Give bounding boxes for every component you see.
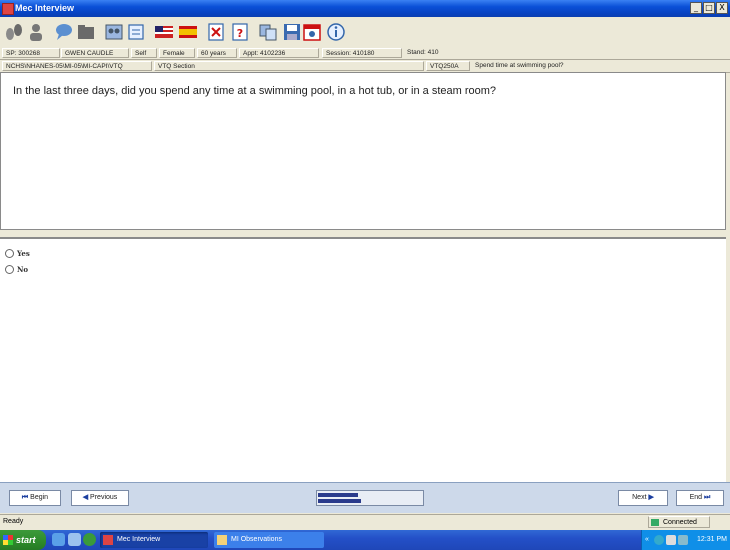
previous-button[interactable]: ◀ Previous bbox=[71, 490, 129, 506]
begin-icon: ⏮ bbox=[21, 494, 29, 501]
volume-icon[interactable] bbox=[666, 535, 676, 545]
us-flag-icon[interactable] bbox=[154, 22, 174, 42]
radio-no[interactable] bbox=[5, 265, 14, 274]
help-book-icon[interactable]: ? bbox=[230, 22, 250, 42]
tray-app-icon[interactable] bbox=[654, 535, 664, 545]
start-label: start bbox=[16, 535, 36, 545]
respondent-role: Self bbox=[131, 48, 157, 58]
answer-panel: Yes No bbox=[0, 237, 726, 482]
begin-label: Begin bbox=[30, 494, 49, 501]
status-bar: Ready Connected bbox=[0, 514, 730, 530]
svg-text:?: ? bbox=[237, 27, 243, 40]
save-icon[interactable] bbox=[282, 22, 302, 42]
show-hidden-icons-chevron[interactable]: « bbox=[645, 530, 649, 550]
people-icon[interactable] bbox=[104, 22, 124, 42]
radio-yes[interactable] bbox=[5, 249, 14, 258]
answer-option-yes[interactable]: Yes bbox=[5, 249, 30, 258]
windows-logo-icon bbox=[3, 535, 13, 545]
navigation-bar: ⏮ Begin ◀ Previous Next ▶ End ⏭ bbox=[0, 482, 730, 513]
checklist-x-icon[interactable] bbox=[206, 22, 226, 42]
info-icon[interactable] bbox=[326, 22, 346, 42]
appointment-id: Appt: 4102236 bbox=[239, 48, 319, 58]
speech-bubble-icon[interactable] bbox=[54, 22, 74, 42]
progress-bar-2 bbox=[318, 499, 361, 503]
stand-id: Stand: 410 bbox=[407, 49, 439, 56]
connected-label: Connected bbox=[663, 519, 697, 526]
previous-label: Previous bbox=[90, 494, 118, 501]
question-code: VTQ250A bbox=[426, 61, 470, 71]
answer-label: Yes bbox=[17, 249, 30, 258]
notepad-icon[interactable] bbox=[126, 22, 146, 42]
system-tray: « 12:31 PM bbox=[641, 530, 730, 550]
progress-indicator bbox=[316, 490, 424, 506]
folder-icon bbox=[217, 535, 227, 545]
question-text: In the last three days, did you spend an… bbox=[13, 85, 497, 97]
respondent-age: 60 years bbox=[197, 48, 237, 58]
session-id: Session: 410180 bbox=[322, 48, 402, 58]
connection-status: Connected bbox=[648, 516, 710, 528]
previous-icon: ◀ bbox=[82, 494, 89, 501]
copy-icon[interactable] bbox=[258, 22, 278, 42]
calendar-icon[interactable] bbox=[302, 22, 322, 42]
progress-bar-1 bbox=[318, 493, 358, 497]
title-bar: Mec Interview _ □ X bbox=[0, 0, 730, 17]
language-icon[interactable] bbox=[678, 535, 688, 545]
end-label: End bbox=[689, 494, 703, 501]
close-button[interactable]: X bbox=[716, 2, 728, 14]
task-label: MI Observations bbox=[231, 536, 282, 543]
sp-id: SP: 300268 bbox=[2, 48, 60, 58]
taskbar: start Mec Interview MI Observations « 12… bbox=[0, 530, 730, 550]
next-icon: ▶ bbox=[648, 494, 654, 501]
window-title: Mec Interview bbox=[15, 3, 75, 13]
respondent-gender: Female bbox=[159, 48, 195, 58]
folder-icon[interactable] bbox=[76, 22, 96, 42]
respondent-info-bar: SP: 300268 GWEN CAUDLE Self Female 60 ye… bbox=[0, 47, 730, 60]
begin-button[interactable]: ⏮ Begin bbox=[9, 490, 61, 506]
media-player-icon[interactable] bbox=[83, 533, 96, 546]
ready-status: Ready bbox=[3, 518, 24, 525]
app-icon bbox=[2, 3, 14, 15]
maximize-button[interactable]: □ bbox=[703, 2, 715, 14]
end-button[interactable]: End ⏭ bbox=[676, 490, 724, 506]
start-button[interactable]: start bbox=[0, 530, 46, 550]
answer-option-no[interactable]: No bbox=[5, 265, 28, 274]
person-icon[interactable] bbox=[26, 22, 46, 42]
taskbar-item-mec-interview[interactable]: Mec Interview bbox=[100, 532, 208, 548]
answer-label: No bbox=[17, 265, 29, 274]
next-button[interactable]: Next ▶ bbox=[618, 490, 668, 506]
instrument-path: NCHS\NHANES-05\MI-05\MI-CAPI\VTQ bbox=[2, 61, 152, 71]
section-name: VTQ Section bbox=[154, 61, 424, 71]
network-icon bbox=[651, 519, 659, 526]
spain-flag-icon[interactable] bbox=[178, 22, 198, 42]
app-icon bbox=[103, 535, 113, 545]
footprints-icon[interactable] bbox=[4, 22, 24, 42]
question-panel: In the last three days, did you spend an… bbox=[0, 72, 726, 230]
end-icon: ⏭ bbox=[704, 494, 711, 501]
respondent-name: GWEN CAUDLE bbox=[61, 48, 129, 58]
taskbar-item-mi-observations[interactable]: MI Observations bbox=[214, 532, 324, 548]
internet-explorer-icon[interactable] bbox=[52, 533, 65, 546]
question-short-label: Spend time at swimming pool? bbox=[475, 62, 564, 69]
show-desktop-icon[interactable] bbox=[68, 533, 81, 546]
clock: 12:31 PM bbox=[697, 536, 727, 543]
window-controls: _ □ X bbox=[690, 2, 728, 14]
minimize-button[interactable]: _ bbox=[690, 2, 702, 14]
next-label: Next bbox=[632, 494, 647, 501]
task-label: Mec Interview bbox=[117, 536, 161, 543]
toolbar: ? bbox=[0, 17, 730, 48]
